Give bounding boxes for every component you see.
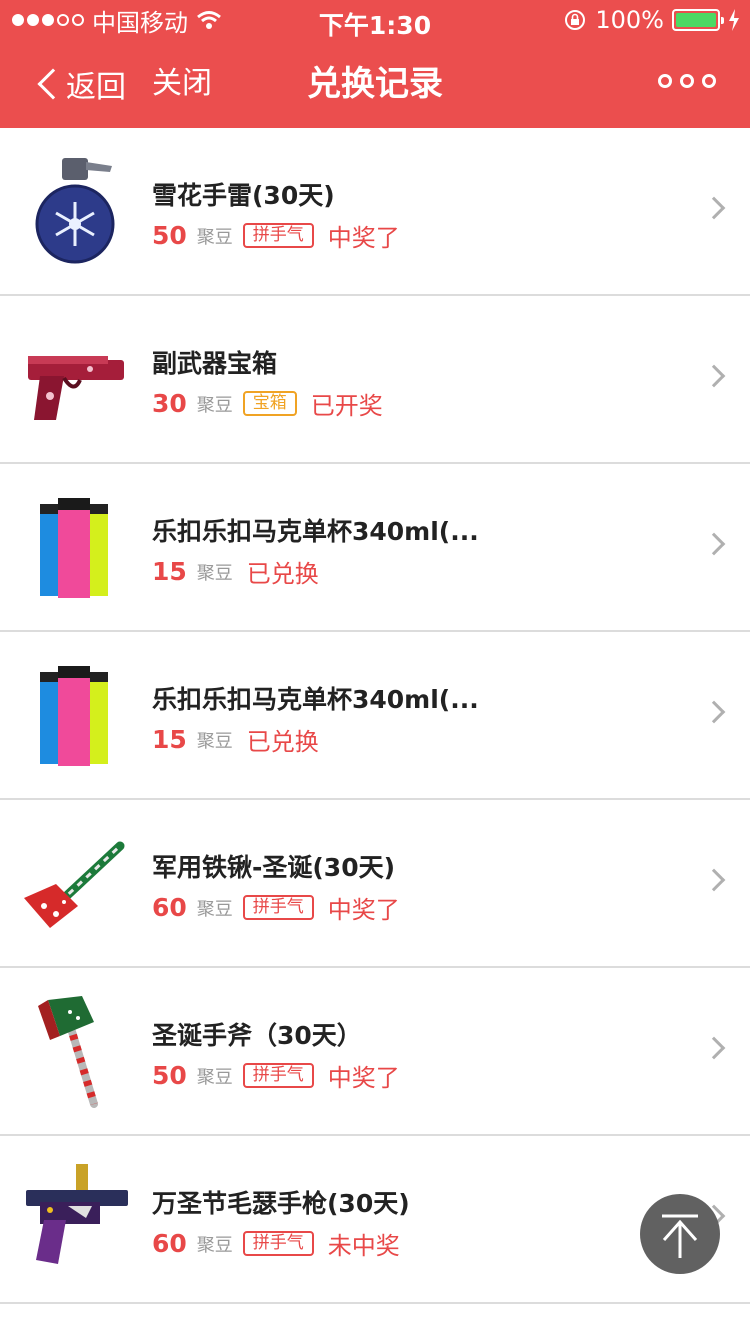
- item-price: 50: [152, 221, 187, 250]
- chevron-left-icon: [37, 68, 69, 100]
- status-bar: 中国移动 下午1:30 100%: [0, 0, 750, 40]
- battery-icon: [672, 9, 724, 31]
- back-button[interactable]: 返回: [30, 62, 126, 106]
- item-status: 已兑换: [246, 560, 319, 588]
- axe-icon: [38, 996, 98, 1108]
- item-meta: 30 聚豆 宝箱 已开奖: [152, 386, 383, 421]
- more-dot-icon: [702, 74, 716, 88]
- item-tag: 拼手气: [242, 895, 314, 920]
- item-title: 乐扣乐扣马克单杯340ml(...: [152, 685, 479, 714]
- mauser-pistol-icon: [26, 1164, 128, 1264]
- cups-icon: [40, 498, 108, 598]
- back-label: 返回: [66, 70, 126, 105]
- item-meta: 60 聚豆 拼手气 未中奖: [152, 1226, 400, 1261]
- item-title: 副武器宝箱: [152, 349, 278, 378]
- item-unit: 聚豆: [196, 1066, 233, 1088]
- wifi-icon: [197, 11, 221, 29]
- item-status: 中奖了: [327, 1064, 400, 1092]
- cups-icon: [40, 666, 108, 766]
- arrow-up-icon: [662, 1214, 698, 1258]
- record-row[interactable]: 军用铁锹-圣诞(30天) 60 聚豆 拼手气 中奖了: [0, 800, 750, 968]
- item-title: 万圣节毛瑟手枪(30天): [152, 1189, 410, 1218]
- record-row[interactable]: 圣诞手斧（30天） 50 聚豆 拼手气 中奖了: [0, 968, 750, 1136]
- item-status: 未中奖: [327, 1232, 400, 1260]
- item-status: 中奖了: [327, 224, 400, 252]
- charging-bolt-icon: [729, 9, 739, 31]
- item-tag: 拼手气: [242, 1231, 314, 1256]
- item-unit: 聚豆: [196, 1234, 233, 1256]
- item-meta: 15 聚豆 已兑换: [152, 554, 319, 589]
- shovel-icon: [24, 841, 125, 928]
- item-title: 圣诞手斧（30天）: [152, 1021, 362, 1050]
- item-price: 60: [152, 893, 187, 922]
- item-price: 60: [152, 1229, 187, 1258]
- record-row[interactable]: 乐扣乐扣马克单杯340ml(... 15 聚豆 已兑换: [0, 464, 750, 632]
- rotation-lock-icon: [565, 10, 586, 30]
- chevron-right-icon: [702, 196, 726, 220]
- item-tag: 宝箱: [242, 391, 297, 416]
- chevron-right-icon: [702, 868, 726, 892]
- item-unit: 聚豆: [196, 226, 233, 248]
- item-status: 中奖了: [327, 896, 400, 924]
- more-dot-icon: [680, 74, 694, 88]
- item-unit: 聚豆: [196, 394, 233, 416]
- item-status: 已开奖: [310, 392, 383, 420]
- more-options-button[interactable]: [658, 74, 716, 88]
- chevron-right-icon: [702, 532, 726, 556]
- status-right: 100%: [563, 6, 740, 34]
- chevron-right-icon: [702, 1036, 726, 1060]
- pistol-icon: [28, 356, 124, 420]
- battery-level: [676, 13, 716, 27]
- battery-percent: 100%: [595, 6, 664, 34]
- item-price: 15: [152, 725, 187, 754]
- close-button[interactable]: 关闭: [152, 62, 212, 106]
- item-meta: 60 聚豆 拼手气 中奖了: [152, 890, 400, 925]
- record-row[interactable]: 万圣节毛瑟手枪(30天) 60 聚豆 拼手气 未中奖: [0, 1136, 750, 1304]
- item-tag: 拼手气: [242, 223, 314, 248]
- nav-bar: 返回 关闭 兑换记录: [0, 40, 750, 128]
- item-status: 已兑换: [246, 728, 319, 756]
- item-tag: 拼手气: [242, 1063, 314, 1088]
- item-title: 雪花手雷(30天): [152, 181, 335, 210]
- more-dot-icon: [658, 74, 672, 88]
- item-meta: 15 聚豆 已兑换: [152, 722, 319, 757]
- signal-strength-icon: [12, 14, 84, 26]
- snowflake-grenade-icon: [35, 158, 115, 264]
- item-price: 15: [152, 557, 187, 586]
- item-meta: 50 聚豆 拼手气 中奖了: [152, 218, 400, 253]
- record-row[interactable]: 雪花手雷(30天) 50 聚豆 拼手气 中奖了: [0, 128, 750, 296]
- item-price: 50: [152, 1061, 187, 1090]
- back-to-top-button[interactable]: [640, 1194, 720, 1274]
- record-row[interactable]: 副武器宝箱 30 聚豆 宝箱 已开奖: [0, 296, 750, 464]
- item-unit: 聚豆: [196, 730, 233, 752]
- exchange-record-list: 雪花手雷(30天) 50 聚豆 拼手气 中奖了 副武器宝箱 30 聚豆 宝箱 已…: [0, 128, 750, 1304]
- item-unit: 聚豆: [196, 898, 233, 920]
- carrier-label: 中国移动: [92, 8, 188, 37]
- item-meta: 50 聚豆 拼手气 中奖了: [152, 1058, 400, 1093]
- item-title: 乐扣乐扣马克单杯340ml(...: [152, 517, 479, 546]
- status-left: 中国移动: [12, 6, 222, 37]
- item-price: 30: [152, 389, 187, 418]
- item-title: 军用铁锹-圣诞(30天): [152, 853, 396, 882]
- record-row[interactable]: 乐扣乐扣马克单杯340ml(... 15 聚豆 已兑换: [0, 632, 750, 800]
- chevron-right-icon: [702, 364, 726, 388]
- item-unit: 聚豆: [196, 562, 233, 584]
- chevron-right-icon: [702, 700, 726, 724]
